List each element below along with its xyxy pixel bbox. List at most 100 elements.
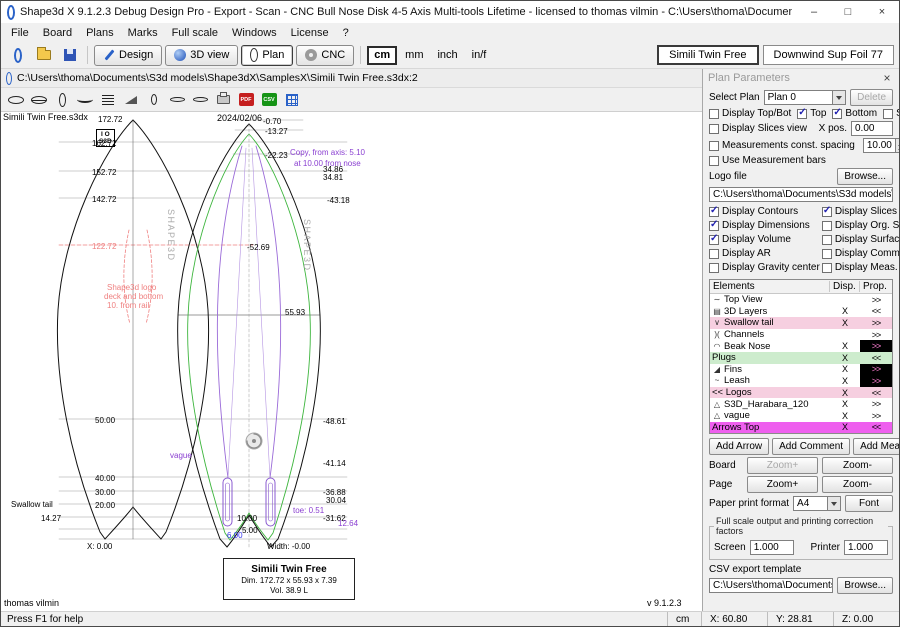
prop-header[interactable]: Prop.: [860, 281, 892, 292]
check-side[interactable]: Side: [883, 108, 899, 119]
element-prop-button[interactable]: >>: [860, 340, 892, 352]
elements-header[interactable]: Elements: [710, 281, 830, 292]
csv-path-field[interactable]: C:\Users\thoma\Documents\S3d models\Shap…: [709, 578, 833, 593]
slices-view-icon-button[interactable]: [97, 90, 119, 110]
maximize-button[interactable]: □: [831, 1, 865, 23]
delete-plan-button[interactable]: Delete: [850, 89, 893, 106]
meas-spacing-check[interactable]: Measurements const. spacing: [709, 140, 855, 151]
unit-button-inch[interactable]: inch: [431, 46, 463, 65]
small-board-icon-button[interactable]: [143, 90, 165, 110]
menu-item-marks[interactable]: Marks: [121, 25, 165, 41]
unit-button-cm[interactable]: cm: [367, 46, 397, 65]
element-prop-button[interactable]: <<: [860, 306, 892, 318]
plan-canvas[interactable]: SHAPE3D: [1, 112, 702, 611]
element-display-toggle[interactable]: X: [830, 340, 860, 352]
check-display-comments[interactable]: Display Comments: [822, 248, 899, 259]
check-display-dimensions[interactable]: Display Dimensions: [709, 220, 820, 231]
check-display-contours[interactable]: Display Contours: [709, 206, 820, 217]
check-display-slices-in-top[interactable]: Display Slices in Top: [822, 206, 899, 217]
pdf-export-icon-button[interactable]: PDF: [235, 90, 257, 110]
panel-close-icon[interactable]: ×: [880, 71, 894, 85]
menu-item-help[interactable]: ?: [336, 25, 356, 41]
elements-row-logos[interactable]: << LogosX<<: [710, 387, 892, 399]
bottom-lens-icon-button[interactable]: [189, 90, 211, 110]
board-zoom-in-button[interactable]: Zoom+: [747, 457, 818, 474]
element-prop-button[interactable]: <<: [860, 387, 892, 399]
use-meas-bars-check[interactable]: Use Measurement bars: [709, 155, 826, 166]
3d-view-button[interactable]: 3D view: [165, 45, 238, 66]
add-meas-bar-button[interactable]: Add Meas. bar: [853, 438, 899, 455]
outline-view-icon-button[interactable]: [5, 90, 27, 110]
plan-mode-button[interactable]: Plan: [241, 45, 293, 66]
board-tab-simili-twin-free[interactable]: Simili Twin Free: [657, 45, 758, 65]
page-zoom-in-button[interactable]: Zoom+: [747, 476, 818, 493]
element-prop-button[interactable]: >>: [860, 294, 892, 306]
check-display-meas-method[interactable]: Display Meas. method: [822, 262, 899, 273]
check-bottom[interactable]: Bottom: [832, 108, 877, 119]
element-prop-button[interactable]: <<: [860, 352, 892, 364]
menu-item-full-scale[interactable]: Full scale: [165, 25, 225, 41]
print-icon-button[interactable]: [212, 90, 234, 110]
menu-item-file[interactable]: File: [4, 25, 36, 41]
element-prop-button[interactable]: >>: [860, 398, 892, 410]
meas-spacing-stepper[interactable]: 10.00: [863, 138, 899, 153]
elements-row-plugs[interactable]: PlugsX<<: [710, 352, 892, 364]
element-display-toggle[interactable]: [830, 294, 860, 306]
element-prop-button[interactable]: <<: [860, 422, 892, 434]
element-display-toggle[interactable]: X: [830, 398, 860, 410]
menu-item-plans[interactable]: Plans: [79, 25, 121, 41]
menu-item-windows[interactable]: Windows: [225, 25, 284, 41]
elements-row-s3d-harabara-120[interactable]: △S3D_Harabara_120X>>: [710, 398, 892, 410]
screen-factor-field[interactable]: 1.000: [750, 540, 794, 555]
open-button[interactable]: [32, 45, 55, 66]
elements-row-beak-nose[interactable]: ◠Beak NoseX>>: [710, 340, 892, 352]
font-button[interactable]: Font: [845, 495, 893, 512]
add-arrow-button[interactable]: Add Arrow: [709, 438, 769, 455]
element-prop-button[interactable]: >>: [860, 375, 892, 387]
elements-row-channels[interactable]: )(Channels>>: [710, 329, 892, 341]
element-display-toggle[interactable]: [830, 329, 860, 341]
element-display-toggle[interactable]: X: [830, 422, 860, 434]
csv-browse-button[interactable]: Browse...: [837, 577, 893, 594]
element-display-toggle[interactable]: X: [830, 306, 860, 318]
elements-row-3d-layers[interactable]: ▤3D LayersX<<: [710, 306, 892, 318]
elements-row-top-view[interactable]: ∼Top View>>: [710, 294, 892, 306]
element-display-toggle[interactable]: X: [830, 410, 860, 422]
close-button[interactable]: ×: [865, 1, 899, 23]
spin-template-icon-button[interactable]: [51, 90, 73, 110]
check-display-top-bot[interactable]: Display Top/Bot: [709, 108, 791, 119]
element-prop-button[interactable]: >>: [860, 364, 892, 376]
element-display-toggle[interactable]: X: [830, 364, 860, 376]
new-board-button[interactable]: [6, 45, 29, 66]
xpos-field[interactable]: 0.00: [851, 121, 893, 136]
element-display-toggle[interactable]: X: [830, 317, 860, 329]
add-comment-button[interactable]: Add Comment: [772, 438, 850, 455]
menu-item-board[interactable]: Board: [36, 25, 79, 41]
design-mode-button[interactable]: Design: [94, 45, 162, 66]
document-path[interactable]: C:\Users\thoma\Documents\S3d models\Shap…: [17, 72, 418, 84]
disp-header[interactable]: Disp.: [830, 281, 860, 292]
save-button[interactable]: [58, 45, 81, 66]
elements-row-fins[interactable]: ◢FinsX>>: [710, 364, 892, 376]
element-prop-button[interactable]: >>: [860, 317, 892, 329]
board-tab-downwind-sup-foil-77[interactable]: Downwind Sup Foil 77: [763, 45, 894, 65]
logo-path-field[interactable]: C:\Users\thoma\Documents\S3d models\Shap…: [709, 187, 893, 202]
menu-item-license[interactable]: License: [284, 25, 336, 41]
element-display-toggle[interactable]: X: [830, 387, 860, 399]
element-prop-button[interactable]: >>: [860, 410, 892, 422]
plan-select[interactable]: Plan 0: [764, 90, 847, 105]
elements-row-swallow-tail[interactable]: ∨Swallow tailX>>: [710, 317, 892, 329]
element-display-toggle[interactable]: X: [830, 352, 860, 364]
logo-browse-button[interactable]: Browse...: [837, 168, 893, 185]
element-prop-button[interactable]: >>: [860, 329, 892, 341]
check-display-gravity-center[interactable]: Display Gravity center: [709, 262, 820, 273]
spinner-icons[interactable]: [895, 139, 899, 152]
page-zoom-out-button[interactable]: Zoom-: [822, 476, 893, 493]
element-display-toggle[interactable]: X: [830, 375, 860, 387]
check-display-ar[interactable]: Display AR: [709, 248, 820, 259]
profile-view-icon-button[interactable]: [74, 90, 96, 110]
rocker-view-icon-button[interactable]: [120, 90, 142, 110]
paper-format-select[interactable]: A4: [793, 496, 841, 511]
outline-stringer-icon-button[interactable]: [28, 90, 50, 110]
check-top[interactable]: Top: [797, 108, 826, 119]
